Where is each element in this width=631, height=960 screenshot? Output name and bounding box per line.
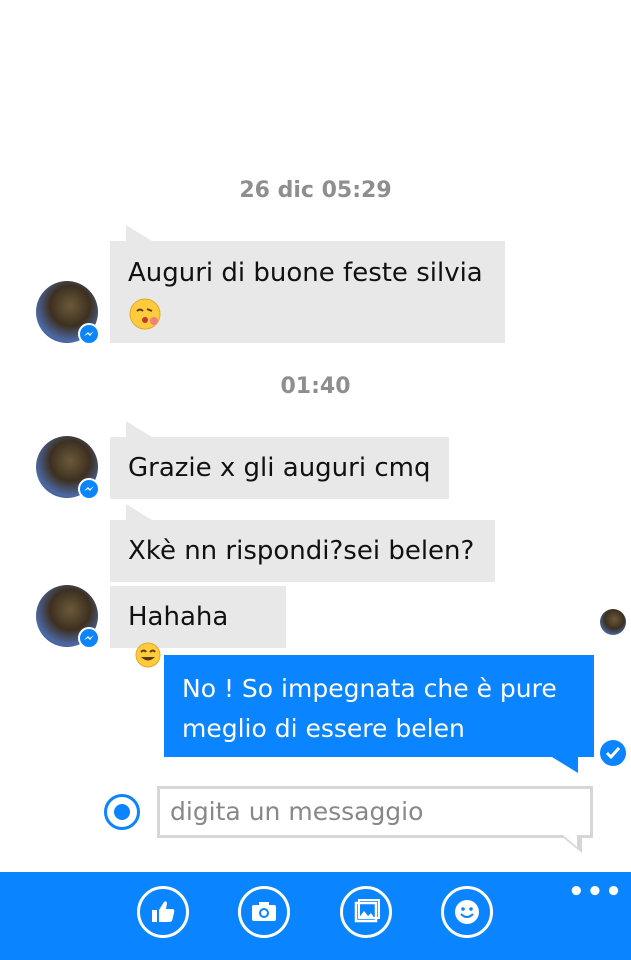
kissing-face-emoji	[129, 298, 161, 329]
camera-icon	[252, 902, 276, 921]
like-icon	[152, 901, 175, 922]
message-text: meglio di essere belen	[182, 714, 465, 743]
message-text: Hahaha	[128, 602, 229, 632]
contact-avatar[interactable]	[36, 585, 100, 649]
gallery-icon	[354, 899, 380, 923]
like-button[interactable]	[137, 886, 189, 938]
gallery-button[interactable]	[340, 886, 392, 938]
timestamp: 01:40	[280, 374, 351, 399]
contact-avatar[interactable]	[36, 281, 100, 345]
message-input[interactable]: digita un messaggio	[157, 786, 593, 838]
incoming-message[interactable]: Hahaha	[110, 586, 286, 667]
emoji-button[interactable]	[441, 886, 493, 938]
message-text: Auguri di buone feste silvia	[128, 258, 483, 288]
messenger-badge-icon	[78, 323, 100, 345]
emoji-icon	[455, 900, 479, 924]
message-text: No ! So impegnata che è pure	[182, 674, 557, 703]
messenger-badge-icon	[78, 627, 100, 649]
more-options-button[interactable]: •••	[568, 877, 624, 907]
contact-avatar[interactable]	[36, 436, 100, 500]
messenger-badge-icon	[78, 478, 100, 500]
sim-select-radio[interactable]	[104, 794, 140, 830]
message-text: Xkè nn rispondi?sei belen?	[128, 536, 475, 566]
incoming-message[interactable]: Grazie x gli auguri cmq	[110, 421, 449, 499]
message-text: Grazie x gli auguri cmq	[128, 453, 431, 483]
smiling-face-emoji	[135, 642, 161, 667]
camera-button[interactable]	[238, 886, 290, 938]
sent-check-icon	[600, 740, 626, 766]
incoming-message[interactable]: Xkè nn rispondi?sei belen?	[110, 504, 495, 582]
seen-avatar	[600, 609, 626, 635]
incoming-message[interactable]: Auguri di buone feste silvia	[110, 225, 505, 343]
app-bar	[0, 872, 631, 960]
timestamp: 26 dic 05:29	[239, 178, 392, 203]
outgoing-message[interactable]: No ! So impegnata che è pure meglio di e…	[164, 655, 594, 773]
